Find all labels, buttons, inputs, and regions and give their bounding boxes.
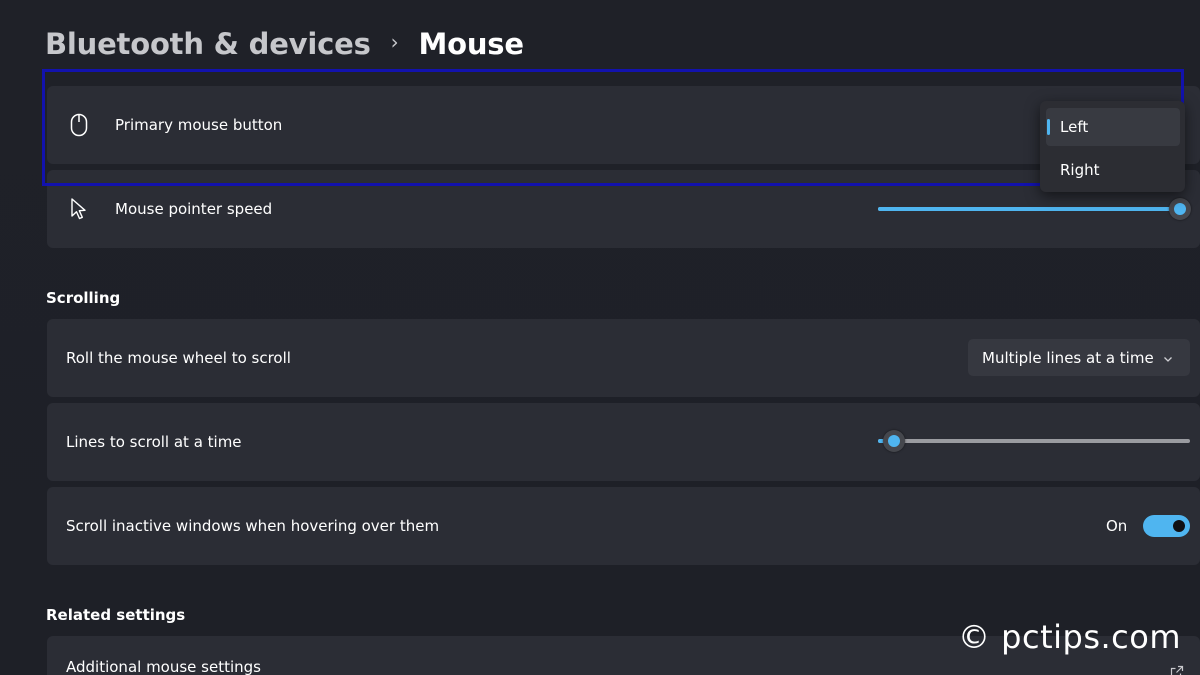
primary-mouse-button-row[interactable]: Primary mouse button: [47, 86, 1200, 164]
settings-page: Bluetooth & devices › Mouse Primary mous…: [0, 0, 1200, 675]
roll-wheel-selected-value: Multiple lines at a time: [982, 348, 1154, 367]
additional-mouse-settings-label: Additional mouse settings: [66, 658, 261, 675]
scroll-inactive-row: Scroll inactive windows when hovering ov…: [47, 487, 1200, 565]
scrolling-section-title: Scrolling: [46, 289, 121, 307]
primary-mouse-button-label: Primary mouse button: [115, 116, 283, 134]
lines-to-scroll-slider[interactable]: [878, 430, 1190, 452]
watermark: © pctips.com: [958, 618, 1182, 656]
scroll-inactive-toggle[interactable]: [1143, 515, 1190, 537]
slider-fill: [878, 207, 1180, 211]
chevron-down-icon: [1162, 351, 1174, 363]
slider-thumb[interactable]: [1169, 198, 1191, 220]
roll-wheel-label: Roll the mouse wheel to scroll: [66, 349, 291, 367]
breadcrumb-parent-link[interactable]: Bluetooth & devices: [45, 27, 371, 61]
scroll-inactive-label: Scroll inactive windows when hovering ov…: [66, 517, 440, 535]
roll-wheel-dropdown[interactable]: Multiple lines at a time: [968, 339, 1190, 376]
option-left-label: Left: [1060, 118, 1089, 136]
breadcrumb: Bluetooth & devices › Mouse: [45, 22, 524, 66]
mouse-pointer-speed-label: Mouse pointer speed: [115, 200, 273, 218]
slider-thumb[interactable]: [882, 430, 905, 452]
page-title: Mouse: [418, 27, 524, 61]
external-link-icon: [1170, 664, 1184, 675]
related-settings-title: Related settings: [46, 606, 186, 624]
option-right-label: Right: [1060, 161, 1100, 179]
mouse-icon: [68, 113, 90, 137]
slider-track: [878, 439, 1190, 443]
lines-to-scroll-label: Lines to scroll at a time: [66, 433, 242, 451]
selection-indicator: [1047, 119, 1050, 135]
option-right[interactable]: Right: [1046, 151, 1180, 189]
breadcrumb-separator-icon: ›: [390, 30, 399, 54]
toggle-state-label: On: [1106, 517, 1128, 535]
toggle-knob: [1173, 520, 1185, 532]
pointer-icon: [68, 197, 90, 221]
option-left[interactable]: Left: [1046, 108, 1180, 146]
pointer-speed-slider[interactable]: [878, 198, 1191, 220]
primary-button-flyout: Left Right: [1040, 101, 1185, 192]
